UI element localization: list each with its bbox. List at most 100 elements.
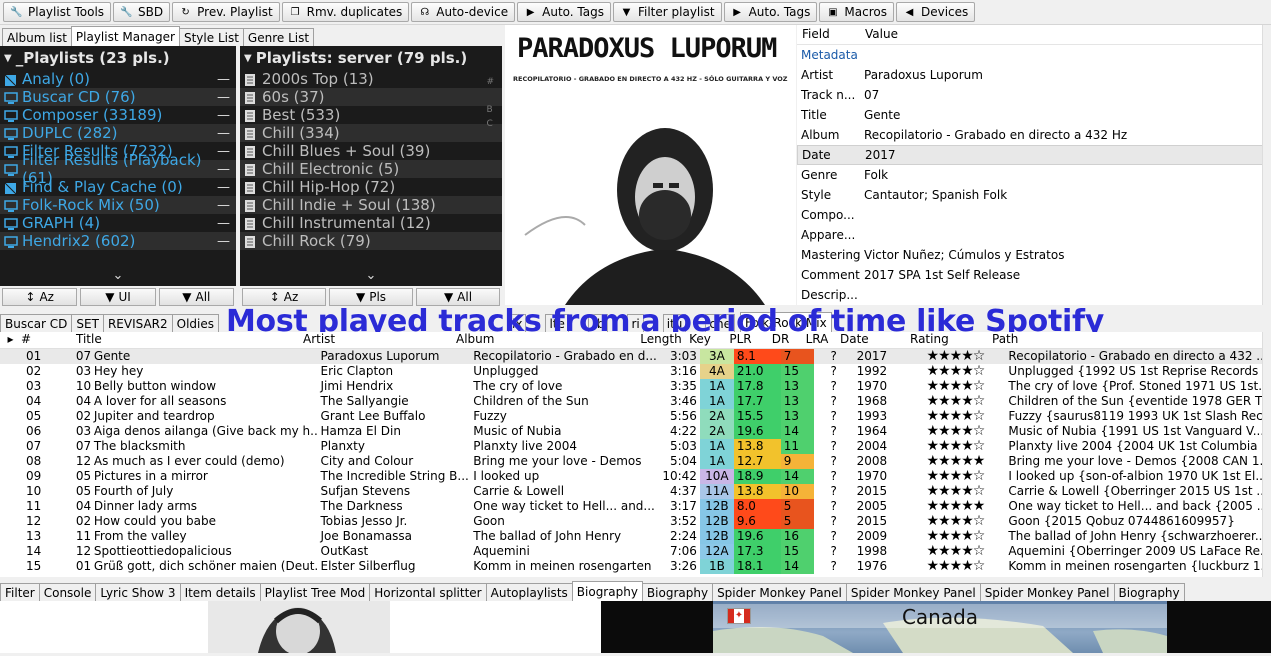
prev-playlist-button[interactable]: ↻ Prev. Playlist	[172, 2, 280, 22]
table-row[interactable]: 10 05 Fourth of July Sufjan Stevens Carrie &…	[0, 484, 1262, 499]
tab-playlist[interactable]: SET	[71, 314, 104, 332]
chevron-down-icon[interactable]: ⌄	[0, 268, 236, 283]
tab-spider-monkey-panel[interactable]: Spider Monkey Panel	[712, 583, 847, 601]
index-letter[interactable]: #	[486, 72, 494, 100]
playlist-item[interactable]: Chill Electronic (5)	[240, 160, 502, 178]
tab-genre-list[interactable]: Genre List	[242, 28, 315, 46]
index-letter[interactable]: B	[486, 100, 494, 115]
property-row[interactable]: Artist Paradoxus Luporum	[797, 65, 1271, 85]
auto-device-button[interactable]: ☊ Auto-device	[411, 2, 516, 22]
tab-spider-monkey-panel[interactable]: Spider Monkey Panel	[979, 583, 1115, 601]
all-button[interactable]: ▼ All	[158, 288, 234, 306]
tab-lyric-show-3[interactable]: Lyric Show 3	[95, 583, 181, 601]
playlist-item[interactable]: 60s (37)	[240, 88, 502, 106]
table-row[interactable]: 04 04 A lover for all seasons The Sallyangi…	[0, 394, 1262, 409]
playlist-item[interactable]: Filter Results (Playback) (61) —	[0, 151, 236, 187]
auto-tags-button[interactable]: ▶ Auto. Tags	[517, 2, 611, 22]
table-row[interactable]: 02 03 Hey hey Eric Clapton Unplugged 3:16 4A 21…	[0, 364, 1262, 379]
table-row[interactable]: 09 05 Pictures in a mirror The Incredible S…	[0, 469, 1262, 484]
tab-item-details[interactable]: Item details	[179, 583, 261, 601]
tab-spider-monkey-panel[interactable]: Spider Monkey Panel	[845, 583, 981, 601]
index-letter[interactable]: C	[486, 114, 494, 129]
table-row[interactable]: 12 02 How could you babe Tobias Jesso Jr. Go…	[0, 514, 1262, 529]
playlist-item[interactable]: Chill Rock (79)	[240, 232, 502, 250]
table-row[interactable]: 01 07 Gente Paradoxus Luporum Recopilatorio …	[0, 349, 1262, 364]
column-header-key[interactable]: Key	[683, 332, 717, 348]
column-header-playing[interactable]: ▸	[0, 332, 18, 348]
table-row[interactable]: 15 01 Grüß gott, dich schöner maien (Deut.…	[0, 559, 1262, 574]
index-bar[interactable]: # B C	[486, 72, 494, 129]
tab-biography[interactable]: Biography	[571, 581, 643, 601]
column-header-length[interactable]: Length	[639, 332, 683, 348]
playlist-item[interactable]: Chill Hip-Hop (72)	[240, 178, 502, 196]
column-header-dr[interactable]: DR	[764, 332, 797, 348]
ui-button[interactable]: ▼ UI	[80, 288, 156, 306]
table-row[interactable]: 14 12 Spottieottiedopalicious OutKast Aquemi…	[0, 544, 1262, 559]
column-header-title[interactable]: Title	[73, 332, 300, 348]
tab-biography[interactable]: Biography	[1113, 583, 1185, 601]
tab-console[interactable]: Console	[38, 583, 97, 601]
column-header-plr[interactable]: PLR	[717, 332, 764, 348]
playlist-item[interactable]: Hendrix2 (602) —	[0, 232, 236, 250]
playlist-item[interactable]: Best (533)	[240, 106, 502, 124]
playlist-item[interactable]: DUPLC (282) —	[0, 124, 236, 142]
tab-playlist[interactable]: Oldies	[171, 314, 220, 332]
property-row[interactable]: Genre Folk	[797, 165, 1271, 185]
playlist-item[interactable]: Buscar CD (76) —	[0, 88, 236, 106]
tab-style-list[interactable]: Style List	[178, 28, 244, 46]
collapse-icon[interactable]: ▼	[4, 53, 12, 64]
playlist-item[interactable]: Chill Blues + Soul (39)	[240, 142, 502, 160]
column-header-date[interactable]: Date	[837, 332, 907, 348]
property-row[interactable]: Descrip...	[797, 285, 1271, 305]
table-row[interactable]: 11 04 Dinner lady arms The Darkness One way …	[0, 499, 1262, 514]
playlist-item[interactable]: Folk-Rock Mix (50) —	[0, 196, 236, 214]
filter-playlist-button[interactable]: ▼ Filter playlist	[612, 2, 722, 22]
rmv-duplicates-button[interactable]: ❐ Rmv. duplicates	[281, 2, 410, 22]
tab-biography[interactable]: Biography	[641, 583, 714, 601]
property-row[interactable]: Title Gente	[797, 105, 1271, 125]
property-row[interactable]: Date 2017	[797, 145, 1271, 165]
playlist-item[interactable]: Chill Instrumental (12)	[240, 214, 502, 232]
column-field[interactable]: Field	[797, 25, 860, 44]
playlist-tools-button[interactable]: 🔧 Playlist Tools	[3, 2, 112, 22]
tab-autoplaylists[interactable]: Autoplaylists	[485, 583, 573, 601]
playlist-scrollbar[interactable]	[1262, 332, 1271, 577]
column-header-path[interactable]: Path	[989, 332, 1246, 348]
chevron-down-icon[interactable]: ⌄	[240, 268, 502, 283]
macros-button[interactable]: ▣ Macros	[819, 2, 894, 22]
table-row[interactable]: 03 10 Belly button window Jimi Hendrix The c…	[0, 379, 1262, 394]
tab-playlist-tree-mod[interactable]: Playlist Tree Mod	[259, 583, 371, 601]
table-row[interactable]: 13 11 From the valley Joe Bonamassa The ball…	[0, 529, 1262, 544]
property-row[interactable]: Comment 2017 SPA 1st Self Release	[797, 265, 1271, 285]
column-header-#[interactable]: #	[18, 332, 73, 348]
auto-tags-button[interactable]: ▶ Auto. Tags	[723, 2, 818, 22]
table-row[interactable]: 06 03 Aiga denos ailanga (Give back my h..…	[0, 424, 1262, 439]
property-row[interactable]: Album Recopilatorio - Grabado en directo …	[797, 125, 1271, 145]
tab-album-list[interactable]: Album list	[2, 28, 72, 46]
column-header-rating[interactable]: Rating	[907, 332, 989, 348]
playlist-item[interactable]: Analy (0) —	[0, 70, 236, 88]
property-row[interactable]: Track n... 07	[797, 85, 1271, 105]
tab-playlist-manager[interactable]: Playlist Manager	[70, 26, 180, 46]
column-header-artist[interactable]: Artist	[300, 332, 453, 348]
devices-button[interactable]: ◀ Devices	[896, 2, 976, 22]
az-button[interactable]: ↕ Az	[2, 288, 78, 306]
tab-filter[interactable]: Filter	[0, 583, 40, 601]
tab-playlist[interactable]: REVISAR2	[102, 314, 173, 332]
table-row[interactable]: 05 02 Jupiter and teardrop Grant Lee Buffal…	[0, 409, 1262, 424]
property-row[interactable]: Style Cantautor; Spanish Folk	[797, 185, 1271, 205]
properties-scrollbar[interactable]	[1262, 25, 1271, 305]
playlist-item[interactable]: Find & Play Cache (0) —	[0, 178, 236, 196]
playlist-item[interactable]: 2000s Top (13)	[240, 70, 502, 88]
property-row[interactable]: Appare...	[797, 225, 1271, 245]
column-header-lra[interactable]: LRA	[797, 332, 837, 348]
collapse-icon[interactable]: ▼	[244, 53, 252, 64]
playlist-item[interactable]: Chill (334)	[240, 124, 502, 142]
playlist-item[interactable]: Composer (33189) —	[0, 106, 236, 124]
tab-horizontal-splitter[interactable]: Horizontal splitter	[369, 583, 487, 601]
sbd-button[interactable]: 🔧 SBD	[113, 2, 171, 22]
column-header-album[interactable]: Album	[453, 332, 639, 348]
property-row[interactable]: Mastering Victor Nuñez; Cúmulos y Estrato…	[797, 245, 1271, 265]
table-row[interactable]: 08 12 As much as I ever could (demo) City a…	[0, 454, 1262, 469]
property-row[interactable]: Compo...	[797, 205, 1271, 225]
